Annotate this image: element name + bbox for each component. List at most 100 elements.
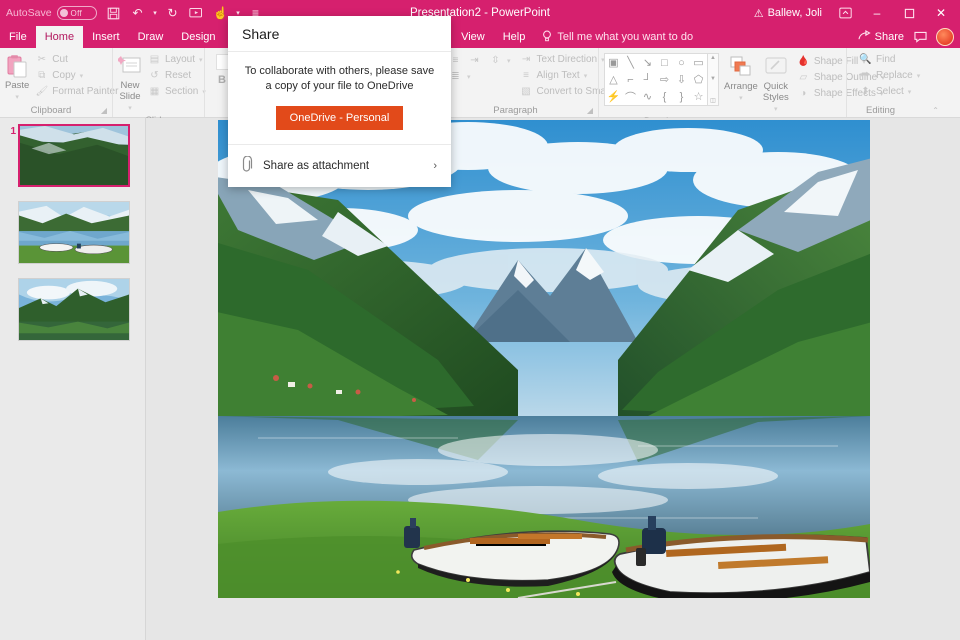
tab-view[interactable]: View [452,26,494,48]
share-icon [858,30,871,44]
new-slide-button[interactable]: New Slide ▾ [118,52,142,114]
arrange-dropdown-icon[interactable]: ▾ [739,93,743,104]
replace-button[interactable]: ⮫ Replace ▾ [856,68,923,83]
gallery-more-icon[interactable]: ◫ [710,97,716,104]
share-dialog[interactable]: Share To collaborate with others, please… [228,16,451,187]
tell-me-search[interactable]: Tell me what you want to do [534,26,701,48]
shape-line-icon[interactable]: ╲ [627,56,634,69]
close-button[interactable]: ✕ [926,0,956,26]
thumbnail-slide-3[interactable] [0,274,145,351]
tab-insert[interactable]: Insert [83,26,129,48]
shape-arrow-icon[interactable]: ↘ [643,56,652,69]
copy-label: Copy [52,70,75,81]
warning-icon: ⚠ [754,7,764,20]
replace-label: Replace [876,70,913,81]
shape-fill-icon: 🩸 [797,56,810,67]
new-slide-dropdown-icon[interactable]: ▾ [128,103,132,114]
tab-help[interactable]: Help [494,26,535,48]
align-text-dropdown-icon[interactable]: ▾ [584,72,588,80]
paste-dropdown-icon[interactable]: ▾ [15,92,19,103]
line-spacing-dropdown-icon[interactable]: ▾ [507,57,511,65]
current-slide[interactable] [218,120,870,598]
shape-right-arrow-icon[interactable]: ⇨ [660,73,669,86]
increase-indent-icon[interactable]: ⇥ [467,54,482,67]
share-dialog-body: To collaborate with others, please save … [228,52,451,144]
shape-outline-icon: ▱ [797,72,810,83]
shapes-gallery-scrollbar[interactable]: ▲ ▼ ◫ [708,53,719,106]
undo-icon[interactable]: ↶ [127,2,149,24]
reset-button[interactable]: ↺ Reset [145,68,209,83]
gallery-scroll-down-icon[interactable]: ▼ [710,76,716,82]
slide-thumbnail-panel[interactable]: 1 [0,118,146,640]
clipboard-dialog-launcher-icon[interactable]: ◢ [101,104,107,117]
share-button[interactable]: Share [858,30,904,44]
onedrive-personal-button[interactable]: OneDrive - Personal [276,106,404,130]
replace-dropdown-icon[interactable]: ▾ [917,72,921,80]
format-painter-button[interactable]: 🖌 Format Painter [32,84,121,99]
restore-button[interactable] [894,0,924,26]
shape-down-arrow-icon[interactable]: ⇩ [677,73,686,86]
shape-oval-icon[interactable]: ○ [678,57,685,69]
tab-home[interactable]: Home [36,26,83,48]
gallery-scroll-up-icon[interactable]: ▲ [710,55,716,61]
shapes-gallery[interactable]: ▣ ╲ ↘ □ ○ ▭ △ ⌐ ┘ ⇨ ⇩ ⬠ ⚡ ⌒ ∿ { } [604,53,708,106]
numbering-dropdown-icon[interactable]: ▾ [467,73,471,81]
cut-button[interactable]: ✂ Cut [32,52,121,67]
shape-elbow-icon[interactable]: ⌐ [627,74,633,86]
ribbon-group-editing: 🔍 Find ⮫ Replace ▾ ⬆ Select ▾ Editing ⌃ [846,48,944,117]
shape-scribble-icon[interactable]: ⚡ [607,90,621,103]
start-from-beginning-icon[interactable] [186,2,208,24]
minimize-button[interactable]: – [862,0,892,26]
shape-right-brace-icon[interactable]: } [680,91,684,103]
account-chip[interactable]: ⚠ Ballew, Joli [748,7,828,20]
shape-rounded-rectangle-icon[interactable]: ▭ [693,56,703,69]
shape-triangle-icon[interactable]: △ [609,73,617,86]
undo-dropdown-icon[interactable]: ▾ [151,2,160,24]
arrange-button[interactable]: Arrange ▾ [724,53,758,104]
copy-icon: ⧉ [35,70,48,81]
line-spacing-icon[interactable]: ⇳ [488,54,503,67]
thumbnail-slide-2[interactable] [0,197,145,274]
tab-draw[interactable]: Draw [129,26,173,48]
ribbon-display-options-icon[interactable] [830,0,860,26]
section-button[interactable]: ▦ Section ▾ [145,84,209,99]
bold-button[interactable]: B [218,74,226,86]
paragraph-dialog-launcher-icon[interactable]: ◢ [587,104,593,117]
layout-dropdown-icon[interactable]: ▾ [199,56,203,64]
cut-label: Cut [52,54,68,65]
tab-file[interactable]: File [0,26,36,48]
find-button[interactable]: 🔍 Find [856,52,923,67]
comments-icon[interactable] [910,24,930,50]
shape-pentagon-icon[interactable]: ⬠ [694,73,704,86]
editing-group-label: Editing ⌃ [852,104,939,117]
collapse-ribbon-icon[interactable]: ⌃ [932,104,939,117]
copy-button[interactable]: ⧉ Copy ▾ [32,68,121,83]
shape-star-icon[interactable]: ☆ [694,90,704,103]
quick-styles-dropdown-icon[interactable]: ▾ [774,104,778,115]
shape-rectangle-icon[interactable]: □ [661,57,668,69]
copy-dropdown-icon[interactable]: ▾ [80,72,84,80]
shape-textbox-icon[interactable]: ▣ [608,56,618,69]
paste-icon [5,53,29,79]
shape-elbow-arrow-icon[interactable]: ┘ [644,74,652,86]
save-icon[interactable] [103,2,125,24]
thumbnail-slide-1[interactable]: 1 [0,120,145,197]
select-dropdown-icon[interactable]: ▾ [908,88,912,96]
thumbnail-number [4,278,16,280]
autosave-control[interactable]: AutoSave Off [6,6,97,20]
slide-canvas[interactable] [146,118,960,640]
quick-styles-icon [763,54,789,80]
layout-button[interactable]: ▤ Layout ▾ [145,52,209,67]
paste-button[interactable]: Paste ▾ [5,52,29,103]
select-button[interactable]: ⬆ Select ▾ [856,84,923,99]
shape-arc-icon[interactable]: ∿ [643,90,652,103]
autosave-toggle[interactable]: Off [57,6,97,20]
shape-left-brace-icon[interactable]: { [663,91,667,103]
quick-styles-button[interactable]: Quick Styles ▾ [763,53,789,115]
thumbnail-image [18,124,130,187]
redo-icon[interactable]: ↻ [162,2,184,24]
shape-curve-icon[interactable]: ⌒ [625,89,636,105]
user-avatar[interactable] [936,28,954,46]
share-as-attachment-item[interactable]: Share as attachment › [228,144,451,187]
tab-design[interactable]: Design [172,26,224,48]
